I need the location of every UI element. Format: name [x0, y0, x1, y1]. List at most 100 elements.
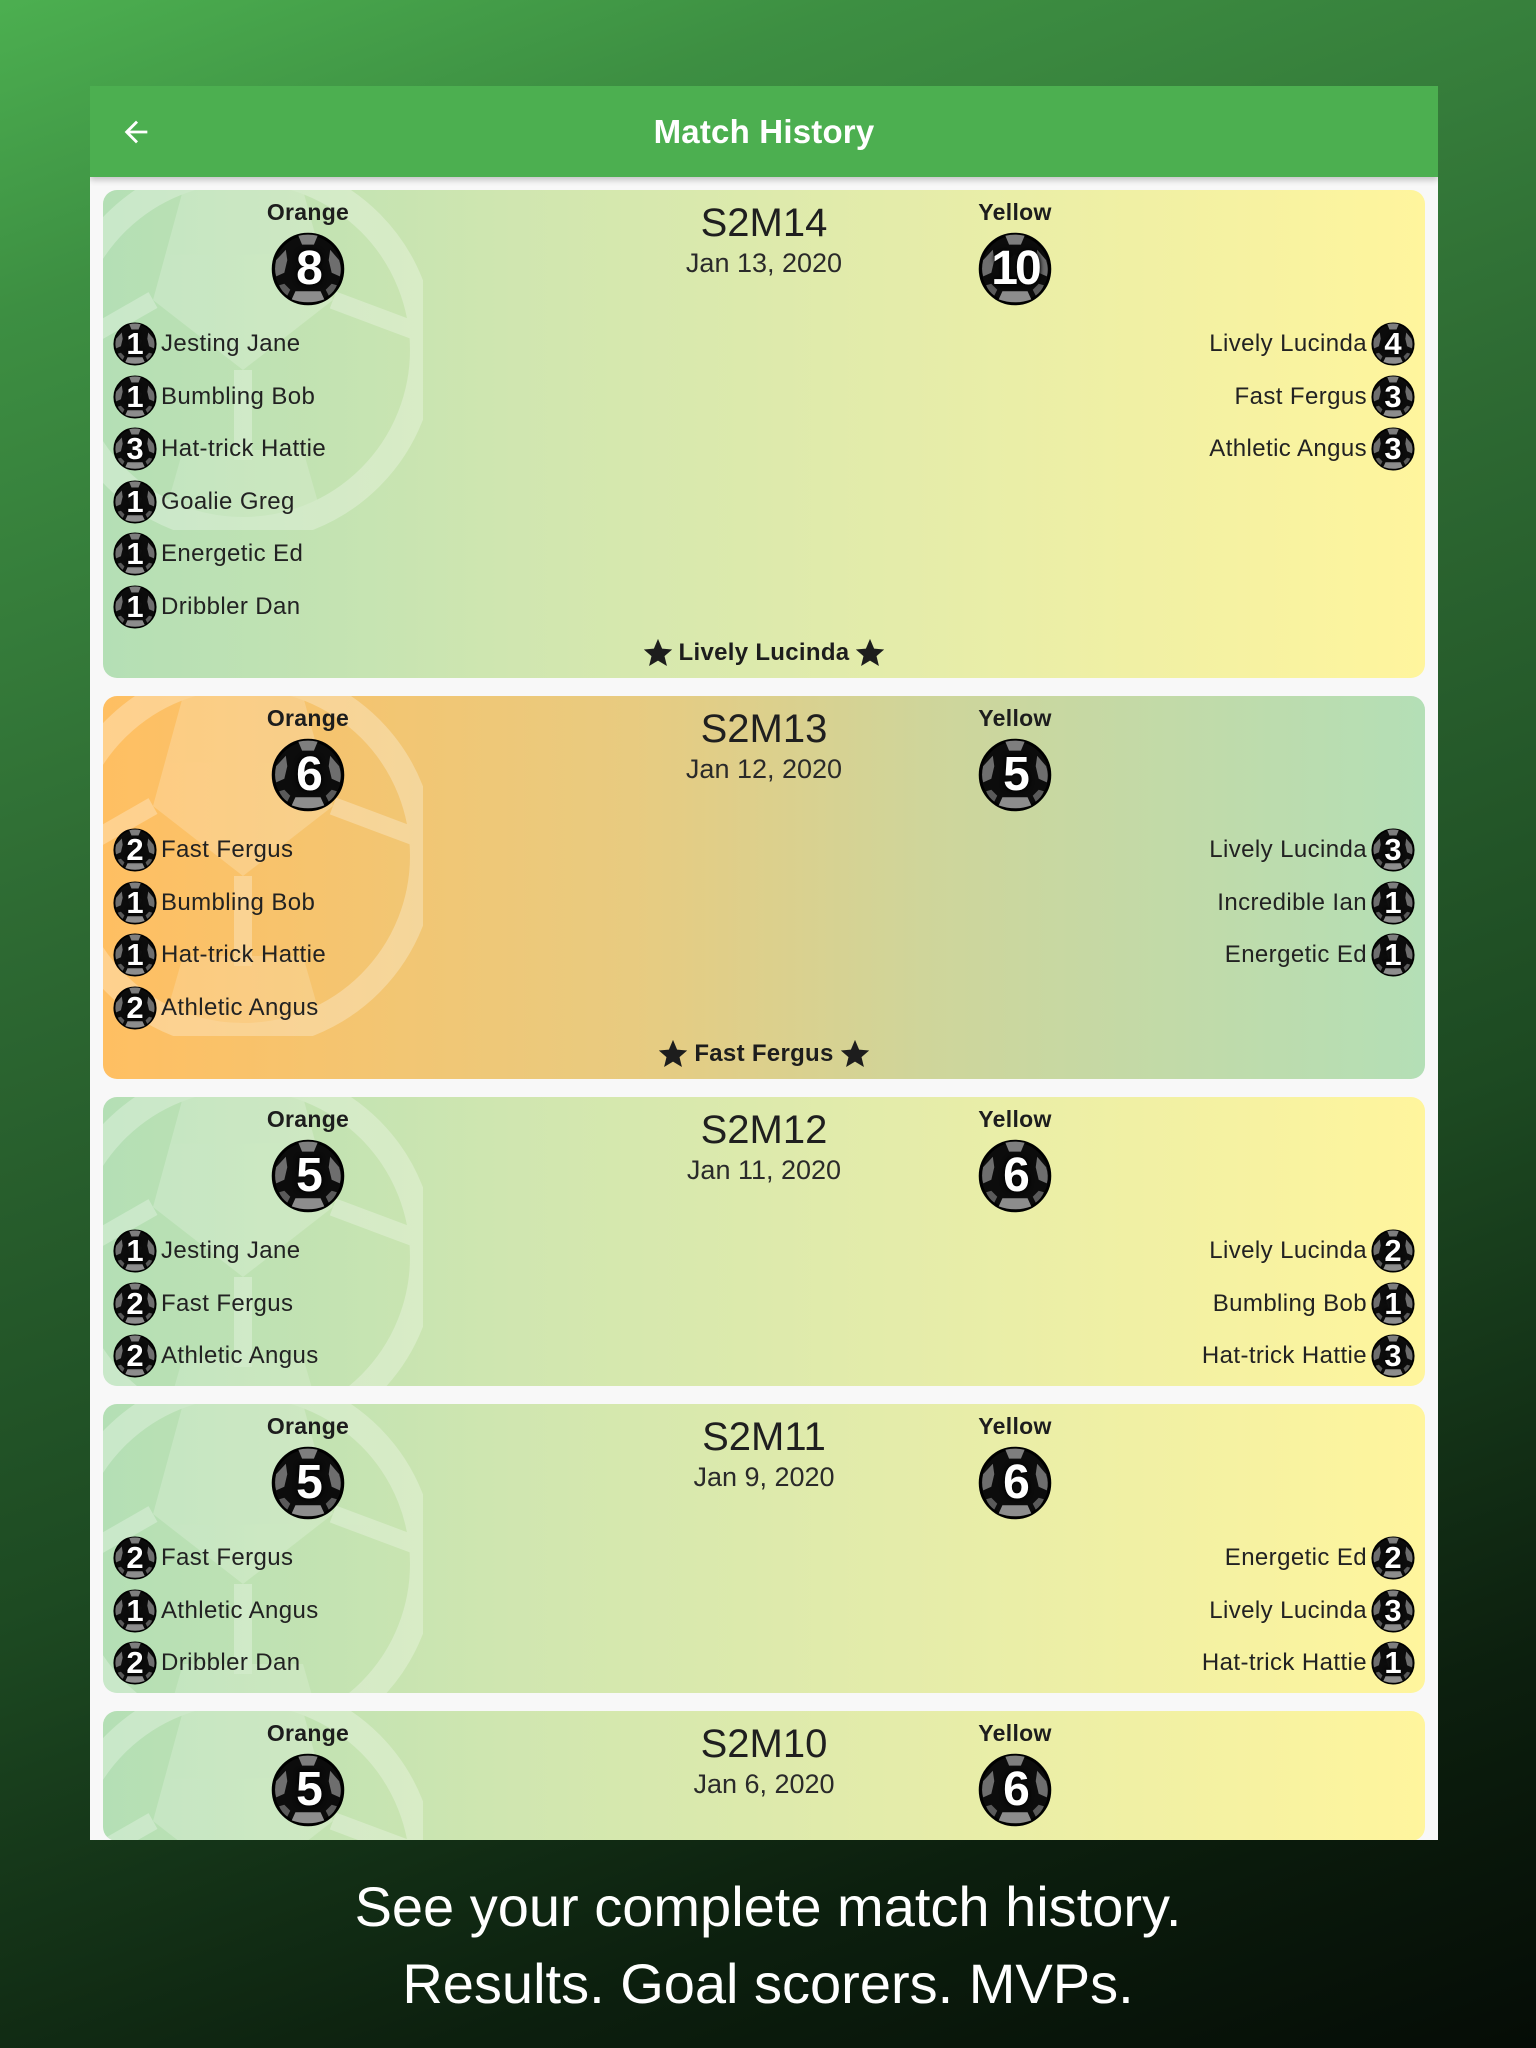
scorer-row[interactable]: 1 Jesting Jane — [113, 318, 330, 371]
match-card[interactable]: Orange 5 — [103, 1404, 1425, 1693]
goal-ball-icon: 3 — [1371, 1589, 1415, 1633]
goal-ball-icon: 3 — [1371, 375, 1415, 419]
scorer-row[interactable]: 1 Bumbling Bob — [113, 371, 330, 424]
scorer-row[interactable]: 3 Hat-trick Hattie — [1198, 1330, 1415, 1383]
goal-ball-value: 1 — [126, 483, 144, 519]
scorer-row[interactable]: 3 Fast Fergus — [1205, 371, 1415, 424]
match-header: S2M14 Jan 13, 2020 — [103, 190, 1425, 279]
goal-ball-value: 3 — [1384, 431, 1402, 467]
goal-ball-icon: 1 — [113, 322, 157, 366]
match-card[interactable]: Orange 6 2 Fast Fergus 1 Bumbling Bob 1 … — [103, 696, 1425, 1079]
match-header: S2M13 Jan 12, 2020 — [103, 696, 1425, 785]
scorer-row[interactable]: 1 Energetic Ed — [113, 528, 330, 581]
match-date: Jan 13, 2020 — [685, 248, 843, 278]
goal-ball-icon: 1 — [113, 881, 157, 925]
scorer-name: Athletic Angus — [161, 1596, 319, 1624]
scorer-name: Fast Fergus — [161, 1289, 294, 1317]
scorer-row[interactable]: 1 Hat-trick Hattie — [113, 929, 330, 982]
goal-ball-value: 2 — [126, 1285, 144, 1321]
star-icon — [659, 1039, 688, 1068]
scorer-row[interactable]: 1 Jesting Jane — [113, 1225, 323, 1278]
scorer-row[interactable]: 2 Dribbler Dan — [113, 1637, 323, 1690]
goal-ball-icon: 3 — [1371, 427, 1415, 471]
match-date: Jan 9, 2020 — [693, 1462, 835, 1492]
goal-ball-value: 3 — [1384, 1592, 1402, 1628]
scorer-name: Energetic Ed — [1224, 1544, 1367, 1572]
mvp-name: Fast Fergus — [694, 1040, 834, 1067]
goal-ball-icon: 2 — [113, 1334, 157, 1378]
goal-ball-icon: 1 — [1371, 1641, 1415, 1685]
match-header: S2M10 Jan 6, 2020 — [103, 1711, 1425, 1800]
scorer-name: Athletic Angus — [1209, 435, 1367, 463]
goal-ball-icon: 2 — [113, 1641, 157, 1685]
scorer-row[interactable]: 1 Goalie Greg — [113, 476, 330, 529]
scorer-row[interactable]: 1 Bumbling Bob — [1198, 1278, 1415, 1331]
goal-ball-value: 2 — [126, 989, 144, 1025]
scorer-name: Hat-trick Hattie — [161, 435, 327, 463]
goal-ball-value: 2 — [126, 1645, 144, 1681]
scorer-row[interactable]: 2 Energetic Ed — [1198, 1532, 1415, 1585]
scorer-name: Goalie Greg — [161, 487, 295, 515]
match-list[interactable]: Orange 8 1 Jesting Jane 1 Bumbling Bob 3… — [103, 190, 1425, 1840]
scorer-name: Jesting Jane — [161, 330, 301, 358]
scorer-row[interactable]: 2 Athletic Angus — [113, 982, 330, 1035]
scorer-list-left: 1 Jesting Jane 2 Fast Fergus 2 Athletic … — [113, 1225, 323, 1383]
scorer-name: Energetic Ed — [1224, 941, 1367, 969]
match-id: S2M12 — [700, 1108, 828, 1152]
phone-screen: Match History Orange 8 1 Jesting Jane 1 … — [90, 86, 1438, 1840]
star-icon — [856, 638, 885, 667]
scorer-name: Lively Lucinda — [1209, 1237, 1367, 1265]
scorer-row[interactable]: 2 Fast Fergus — [113, 1532, 323, 1585]
scorer-list-right: 2 Lively Lucinda 1 Bumbling Bob 3 Hat-tr… — [1198, 1225, 1415, 1383]
scorer-name: Lively Lucinda — [1209, 836, 1367, 864]
scorer-row[interactable]: 2 Athletic Angus — [113, 1330, 323, 1383]
goal-ball-value: 1 — [126, 1592, 144, 1628]
scorer-row[interactable]: 2 Lively Lucinda — [1198, 1225, 1415, 1278]
caption-line-1: See your complete match history. — [354, 1875, 1182, 1938]
goal-ball-icon: 2 — [113, 828, 157, 872]
scorer-name: Lively Lucinda — [1209, 1596, 1367, 1624]
scorer-row[interactable]: 1 Bumbling Bob — [113, 877, 330, 930]
scorer-name: Hat-trick Hattie — [1201, 1649, 1367, 1677]
scorer-row[interactable]: 3 Lively Lucinda — [1198, 1585, 1415, 1638]
goal-ball-value: 1 — [126, 588, 144, 624]
scorer-list-left: 2 Fast Fergus 1 Athletic Angus 2 Dribble… — [113, 1532, 323, 1690]
goal-ball-value: 2 — [1384, 1233, 1402, 1269]
goal-ball-icon: 1 — [113, 480, 157, 524]
scorer-name: Lively Lucinda — [1209, 330, 1367, 358]
scorer-row[interactable]: 1 Dribbler Dan — [113, 581, 330, 634]
scorer-row[interactable]: 1 Incredible Ian — [1205, 877, 1415, 930]
goal-ball-value: 1 — [126, 937, 144, 973]
scorer-row[interactable]: 1 Energetic Ed — [1205, 929, 1415, 982]
goal-ball-icon: 1 — [1371, 881, 1415, 925]
goal-ball-value: 1 — [1384, 937, 1402, 973]
goal-ball-icon: 1 — [113, 1229, 157, 1273]
goal-ball-icon: 1 — [1371, 933, 1415, 977]
scorer-row[interactable]: 3 Lively Lucinda — [1205, 824, 1415, 877]
goal-ball-icon: 2 — [1371, 1536, 1415, 1580]
scorer-list-left: 1 Jesting Jane 1 Bumbling Bob 3 Hat-tric… — [113, 318, 330, 633]
scorer-name: Bumbling Bob — [1212, 1289, 1367, 1317]
scorer-row[interactable]: 3 Hat-trick Hattie — [113, 423, 330, 476]
goal-ball-icon: 1 — [113, 933, 157, 977]
match-card[interactable]: Orange 8 1 Jesting Jane 1 Bumbling Bob 3… — [103, 190, 1425, 678]
mvp-name: Lively Lucinda — [678, 639, 850, 666]
goal-ball-icon: 2 — [1371, 1229, 1415, 1273]
scorer-name: Incredible Ian — [1217, 888, 1367, 916]
scorer-row[interactable]: 4 Lively Lucinda — [1205, 318, 1415, 371]
match-card[interactable]: Orange 5 — [103, 1097, 1425, 1386]
match-card[interactable]: Orange 5 Yellow 6 S2M10 Jan 6, 2020 — [103, 1711, 1425, 1840]
goal-ball-icon: 1 — [113, 1589, 157, 1633]
scorer-row[interactable]: 3 Athletic Angus — [1205, 423, 1415, 476]
app-bar: Match History — [90, 86, 1438, 177]
goal-ball-icon: 1 — [113, 375, 157, 419]
scorer-name: Dribbler Dan — [161, 1649, 301, 1677]
scorer-name: Bumbling Bob — [161, 382, 316, 410]
scorer-row[interactable]: 2 Fast Fergus — [113, 1278, 323, 1331]
scorer-row[interactable]: 1 Hat-trick Hattie — [1198, 1637, 1415, 1690]
scorer-row[interactable]: 1 Athletic Angus — [113, 1585, 323, 1638]
scorer-row[interactable]: 2 Fast Fergus — [113, 824, 330, 877]
scorer-name: Hat-trick Hattie — [161, 941, 327, 969]
match-id: S2M13 — [700, 707, 828, 751]
goal-ball-value: 3 — [126, 431, 144, 467]
